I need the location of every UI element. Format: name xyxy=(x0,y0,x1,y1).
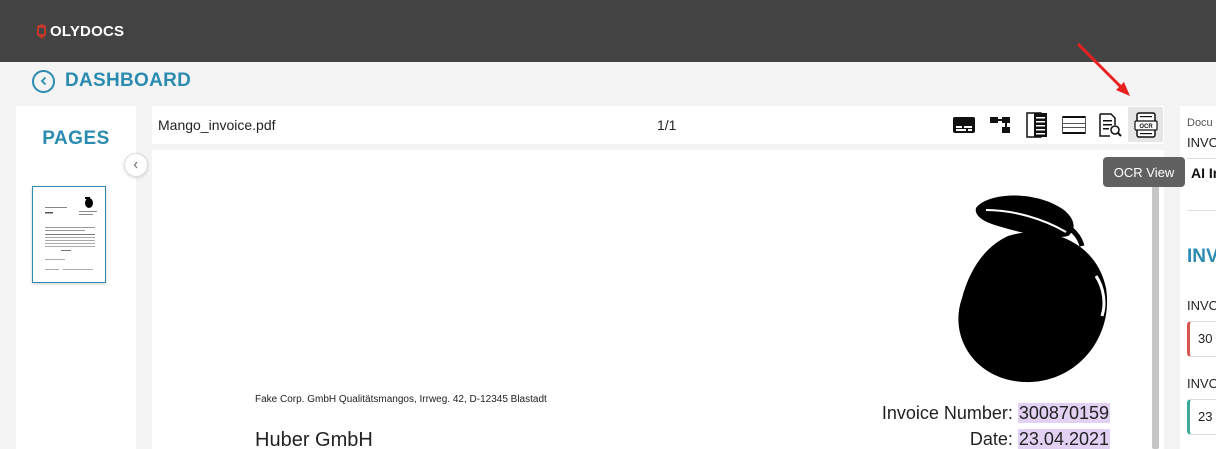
invoice-date-line: Date: 23.04.2021 xyxy=(970,429,1110,449)
page-thumbnail[interactable] xyxy=(32,186,106,283)
invoice-number-line: Invoice Number: 300870159 xyxy=(882,403,1110,424)
ocr-view-button[interactable]: OCR xyxy=(1128,107,1163,142)
invoice-number-field[interactable]: 30 xyxy=(1187,321,1216,357)
document-search-icon xyxy=(1098,112,1122,137)
document-type-value[interactable]: INVO xyxy=(1187,135,1216,150)
dashboard-label: DASHBOARD xyxy=(65,70,192,91)
document-scrollbar[interactable] xyxy=(1152,183,1159,449)
divider xyxy=(1187,210,1216,211)
table-view-icon xyxy=(1061,115,1086,134)
subtitles-view-button[interactable] xyxy=(946,107,981,142)
svg-text:OCR: OCR xyxy=(1139,124,1153,130)
pages-panel: PAGES xyxy=(16,106,136,449)
page-counter: 1/1 xyxy=(657,117,677,133)
thumbnail-preview xyxy=(45,197,97,270)
document-type-label: Docu xyxy=(1187,117,1213,129)
subtitles-view-icon xyxy=(952,116,975,133)
document-filename: Mango_invoice.pdf xyxy=(158,117,276,133)
invoice-number-value[interactable]: 300870159 xyxy=(1017,403,1110,423)
field-label: INVO xyxy=(1187,298,1216,313)
fields-panel: Docu INVO AI In INV INVO 30 INVO 23 xyxy=(1180,106,1216,449)
invoice-number-label: Invoice Number: xyxy=(881,403,1013,423)
lines-view-icon xyxy=(1025,111,1047,138)
invoice-date-label: Date: xyxy=(969,429,1013,449)
invoice-date-field[interactable]: 23 xyxy=(1187,399,1216,435)
annotation-arrow-icon xyxy=(1076,42,1130,96)
app-logo[interactable]: OLYDOCS xyxy=(36,23,124,40)
document-search-button[interactable] xyxy=(1092,107,1127,142)
tree-view-icon xyxy=(989,116,1010,133)
sender-address: Fake Corp. GmbH Qualitätsmangos, Irrweg.… xyxy=(255,394,547,405)
viewer-toolbar: Mango_invoice.pdf 1/1 OCR xyxy=(152,106,1164,144)
mango-icon xyxy=(958,195,1108,383)
chevron-left-icon xyxy=(133,161,138,169)
ocr-view-tooltip: OCR View xyxy=(1103,157,1185,187)
chevron-left-circle-icon xyxy=(32,69,55,93)
pages-title: PAGES xyxy=(42,128,110,149)
lines-view-button[interactable] xyxy=(1019,107,1054,142)
collapse-pages-button[interactable] xyxy=(124,153,148,177)
invoice-section-title: INV xyxy=(1187,246,1216,267)
recipient-name: Huber GmbH xyxy=(255,429,373,449)
ai-insights-label: AI In xyxy=(1191,165,1216,181)
back-to-dashboard-link[interactable]: DASHBOARD xyxy=(32,68,191,94)
ocr-view-icon: OCR xyxy=(1133,111,1158,138)
top-bar: OLYDOCS xyxy=(0,0,1216,62)
table-view-button[interactable] xyxy=(1056,107,1091,142)
brand-name: OLYDOCS xyxy=(50,23,125,40)
field-label: INVO xyxy=(1187,376,1216,391)
invoice-date-value[interactable]: 23.04.2021 xyxy=(1017,429,1110,449)
tree-view-button[interactable] xyxy=(983,107,1018,142)
logo-mark-icon xyxy=(37,24,46,39)
divider xyxy=(1187,158,1216,159)
